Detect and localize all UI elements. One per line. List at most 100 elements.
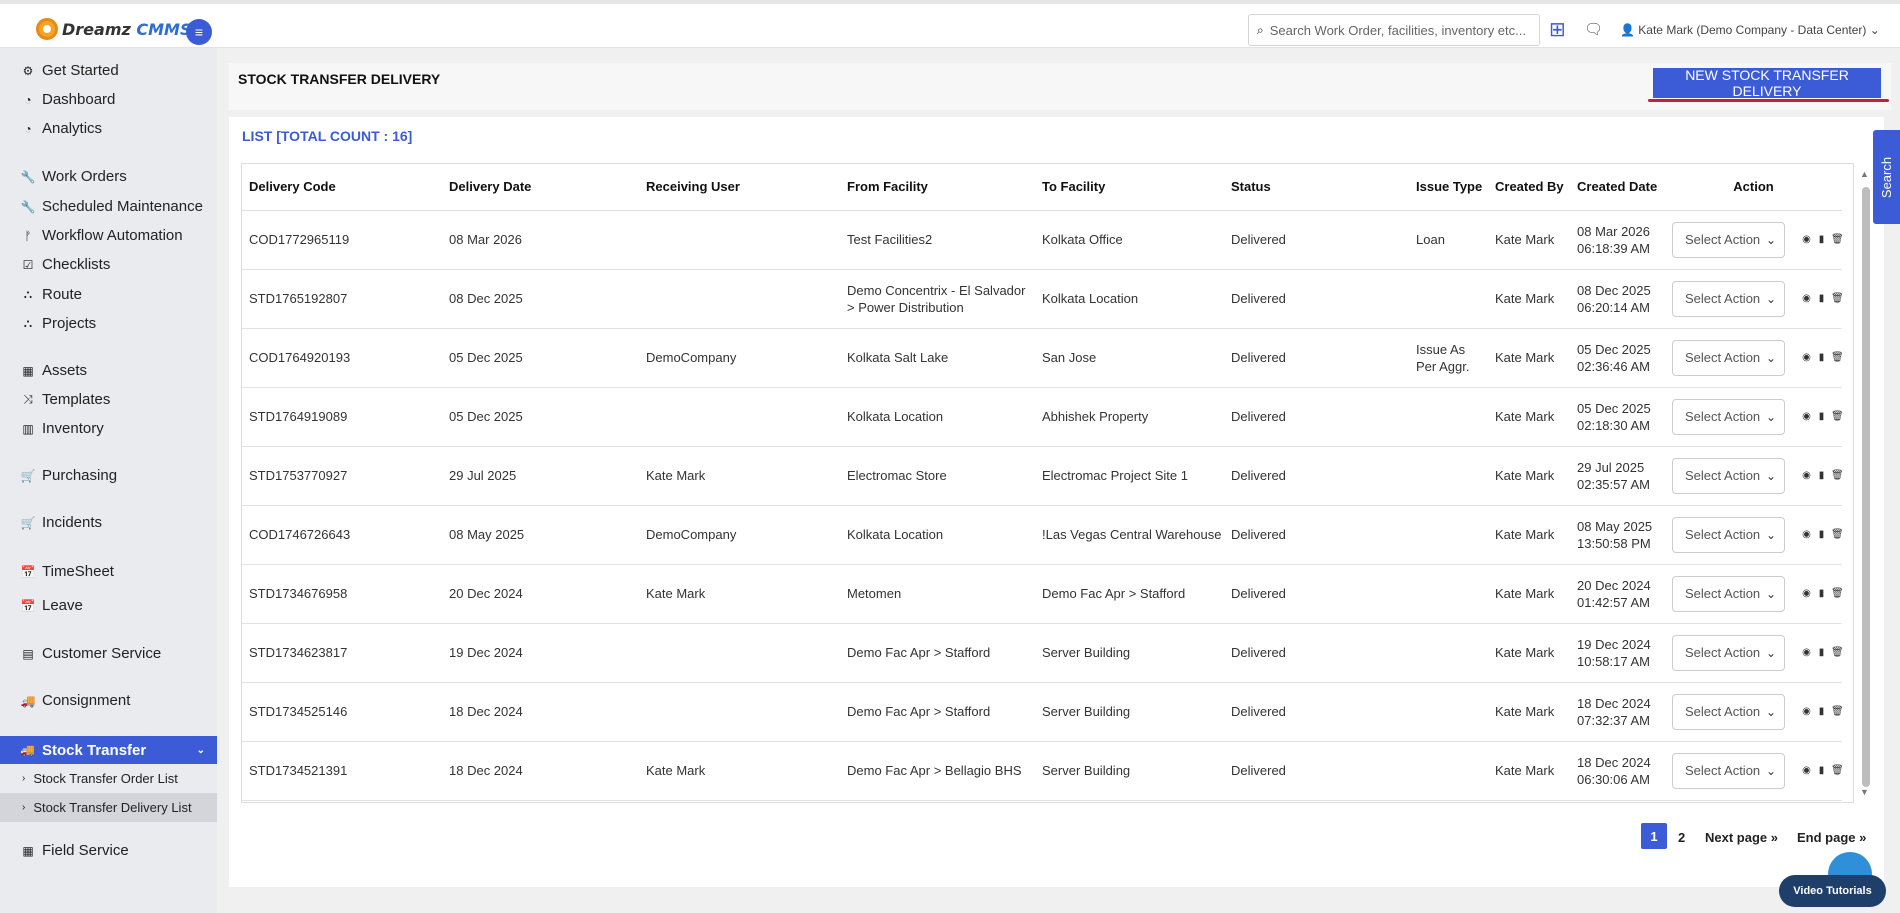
column-header-status[interactable]: Status xyxy=(1224,164,1409,211)
delete-trash-icon[interactable]: 🗑 xyxy=(1831,290,1844,307)
column-header-created-date[interactable]: Created Date xyxy=(1570,164,1665,211)
column-header-receiving-user[interactable]: Receiving User xyxy=(639,164,840,211)
sidebar-item-timesheet[interactable]: 📅 TimeSheet xyxy=(20,563,114,580)
menu-toggle-button[interactable]: ≡ xyxy=(186,19,212,45)
user-menu[interactable]: 👤 Kate Mark (Demo Company - Data Center)… xyxy=(1620,23,1880,37)
view-eye-icon[interactable]: ◉ xyxy=(1801,644,1812,661)
view-eye-icon[interactable]: ◉ xyxy=(1801,408,1812,425)
delete-trash-icon[interactable]: 🗑 xyxy=(1831,585,1844,602)
sidebar-item-analytics[interactable]: ◔ Analytics xyxy=(20,120,102,137)
select-action-dropdown[interactable]: Select Action ⌄ xyxy=(1672,693,1785,730)
brand-logo[interactable]: Dreamz CMMS xyxy=(36,18,192,40)
new-stock-transfer-delivery-button[interactable]: NEW STOCK TRANSFER DELIVERY xyxy=(1653,67,1881,99)
to-facility-cell: Server Building xyxy=(1035,623,1224,683)
hamburger-icon: ≡ xyxy=(194,24,204,40)
document-icon[interactable]: ▮ xyxy=(1816,644,1827,661)
scrollbar-thumb[interactable] xyxy=(1862,187,1870,787)
select-action-dropdown[interactable]: Select Action ⌄ xyxy=(1672,457,1785,494)
sidebar-item-customer-service[interactable]: ▤ Customer Service xyxy=(20,645,161,662)
pagination-page-2[interactable]: 2 xyxy=(1678,830,1685,845)
scroll-up-arrow-icon[interactable]: ▲ xyxy=(1860,169,1869,179)
column-header-to-facility[interactable]: To Facility xyxy=(1035,164,1224,211)
select-action-label: Select Action xyxy=(1685,468,1761,483)
status-cell: Delivered xyxy=(1224,564,1409,624)
delivery-code-cell: STD1753770927 xyxy=(242,446,442,506)
sidebar-item-inventory[interactable]: ▥ Inventory xyxy=(20,420,103,437)
receiving-user-cell xyxy=(639,387,840,447)
video-tutorials-button[interactable]: Video Tutorials xyxy=(1779,875,1886,907)
column-header-issue-type[interactable]: Issue Type xyxy=(1409,164,1488,211)
apps-grid-icon[interactable]: ⊞ xyxy=(1549,17,1566,42)
column-header-delivery-code[interactable]: Delivery Code xyxy=(242,164,442,211)
pagination-end-page[interactable]: End page » xyxy=(1797,830,1866,845)
delete-trash-icon[interactable]: 🗑 xyxy=(1831,467,1844,484)
document-icon[interactable]: ▮ xyxy=(1816,585,1827,602)
global-search[interactable]: ⌕ xyxy=(1248,14,1540,46)
global-search-input[interactable] xyxy=(1269,22,1530,38)
document-icon[interactable]: ▮ xyxy=(1816,290,1827,307)
select-action-dropdown[interactable]: Select Action ⌄ xyxy=(1672,280,1785,317)
sidebar-item-consignment[interactable]: 🚚 Consignment xyxy=(20,692,131,709)
delete-trash-icon[interactable]: 🗑 xyxy=(1831,762,1844,779)
view-eye-icon[interactable]: ◉ xyxy=(1801,349,1812,366)
document-icon[interactable]: ▮ xyxy=(1816,467,1827,484)
sidebar-item-workflow-automation[interactable]: ᚠ Workflow Automation xyxy=(20,227,182,244)
document-icon[interactable]: ▮ xyxy=(1816,231,1827,248)
view-eye-icon[interactable]: ◉ xyxy=(1801,231,1812,248)
view-eye-icon[interactable]: ◉ xyxy=(1801,467,1812,484)
delete-trash-icon[interactable]: 🗑 xyxy=(1831,349,1844,366)
sidebar-item-route[interactable]: ⛬ Route xyxy=(20,286,82,303)
sidebar-item-scheduled-maintenance[interactable]: 🔧 Scheduled Maintenance xyxy=(20,198,203,215)
column-header-delivery-date[interactable]: Delivery Date xyxy=(442,164,639,211)
delete-trash-icon[interactable]: 🗑 xyxy=(1831,644,1844,661)
select-action-dropdown[interactable]: Select Action ⌄ xyxy=(1672,339,1785,376)
scroll-down-arrow-icon[interactable]: ▼ xyxy=(1860,787,1869,797)
view-eye-icon[interactable]: ◉ xyxy=(1801,526,1812,543)
action-cell: Select Action ⌄ ◉ ▮ 🗑 xyxy=(1665,210,1844,270)
action-cell: Select Action ⌄ ◉ ▮ 🗑 xyxy=(1665,564,1844,624)
sidebar-subitem-stock-transfer-delivery-list[interactable]: › Stock Transfer Delivery List xyxy=(0,793,217,822)
select-action-dropdown[interactable]: Select Action ⌄ xyxy=(1672,634,1785,671)
select-action-dropdown[interactable]: Select Action ⌄ xyxy=(1672,516,1785,553)
sidebar-item-templates[interactable]: ⤨ Templates xyxy=(20,391,110,408)
view-eye-icon[interactable]: ◉ xyxy=(1801,762,1812,779)
select-action-dropdown[interactable]: Select Action ⌄ xyxy=(1672,221,1785,258)
view-eye-icon[interactable]: ◉ xyxy=(1801,585,1812,602)
sidebar-item-dashboard[interactable]: ◔ Dashboard xyxy=(20,91,115,108)
sidebar-item-leave[interactable]: 📅 Leave xyxy=(20,597,83,614)
search-side-tab[interactable]: Search xyxy=(1873,130,1900,224)
sidebar-item-checklists[interactable]: ☑ Checklists xyxy=(20,256,111,273)
column-header-created-by[interactable]: Created By xyxy=(1488,164,1570,211)
view-eye-icon[interactable]: ◉ xyxy=(1801,290,1812,307)
sidebar-item-projects[interactable]: ⛬ Projects xyxy=(20,315,96,332)
select-action-dropdown[interactable]: Select Action ⌄ xyxy=(1672,752,1785,789)
to-facility-cell: Kolkata Office xyxy=(1035,210,1224,270)
document-icon[interactable]: ▮ xyxy=(1816,762,1827,779)
select-action-dropdown[interactable]: Select Action ⌄ xyxy=(1672,575,1785,612)
document-icon[interactable]: ▮ xyxy=(1816,408,1827,425)
sidebar-item-stock-transfer[interactable]: 🚚 Stock Transfer ⌄ xyxy=(0,736,217,764)
sidebar-subitem-stock-transfer-order-list[interactable]: › Stock Transfer Order List xyxy=(0,764,217,793)
column-header-from-facility[interactable]: From Facility xyxy=(840,164,1035,211)
view-eye-icon[interactable]: ◉ xyxy=(1801,703,1812,720)
document-icon[interactable]: ▮ xyxy=(1816,349,1827,366)
sidebar-item-work-orders[interactable]: 🔧 Work Orders xyxy=(20,168,127,185)
pagination-page-1[interactable]: 1 xyxy=(1641,823,1667,849)
select-action-dropdown[interactable]: Select Action ⌄ xyxy=(1672,398,1785,435)
chat-icon[interactable]: 🗨 xyxy=(1584,20,1603,38)
sidebar-item-assets[interactable]: ▦ Assets xyxy=(20,362,87,379)
sidebar-item-purchasing[interactable]: 🛒 Purchasing xyxy=(20,467,118,484)
delete-trash-icon[interactable]: 🗑 xyxy=(1831,231,1844,248)
delete-trash-icon[interactable]: 🗑 xyxy=(1831,703,1844,720)
sidebar-item-field-service[interactable]: ▦ Field Service xyxy=(20,842,128,859)
sidebar-item-get-started[interactable]: ⚙ Get Started xyxy=(20,62,119,79)
created-date: 08 Mar 2026 xyxy=(1577,223,1650,239)
document-icon[interactable]: ▮ xyxy=(1816,526,1827,543)
delete-trash-icon[interactable]: 🗑 xyxy=(1831,526,1844,543)
sidebar-item-incidents[interactable]: 🛒 Incidents xyxy=(20,514,103,531)
delete-trash-icon[interactable]: 🗑 xyxy=(1831,408,1844,425)
to-facility-cell: San Jose xyxy=(1035,328,1224,388)
table-row: COD1764920193 05 Dec 2025 DemoCompany Kolka… xyxy=(242,328,1844,388)
document-icon[interactable]: ▮ xyxy=(1816,703,1827,720)
pagination-next-page[interactable]: Next page » xyxy=(1705,830,1778,845)
